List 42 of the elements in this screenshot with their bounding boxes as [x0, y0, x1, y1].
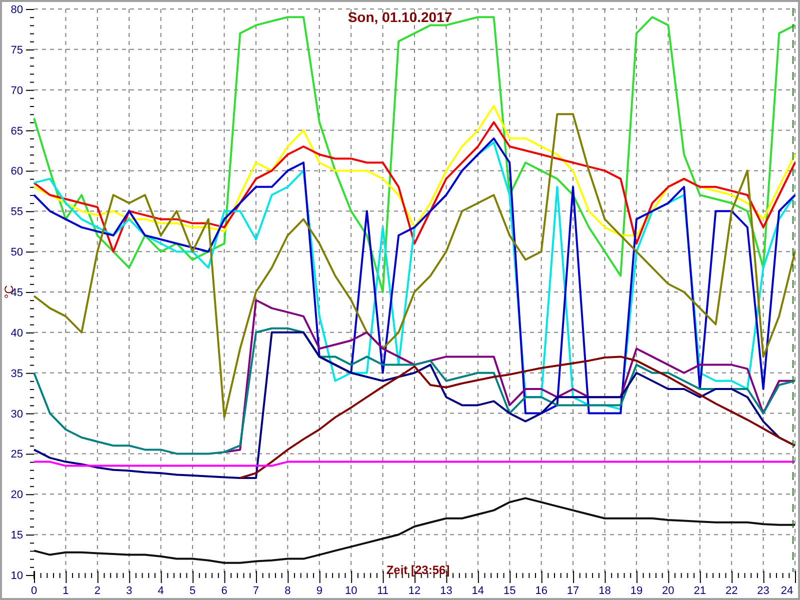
- chart-title: Son, 01.10.2017: [348, 9, 452, 25]
- x-tick-label: 8: [284, 585, 291, 597]
- x-tick-label: 14: [472, 585, 484, 597]
- y-tick-label: 80: [10, 4, 23, 16]
- y-tick-label: 65: [10, 125, 23, 138]
- x-tick-label: 18: [598, 585, 611, 597]
- y-tick-label: 10: [10, 570, 23, 582]
- y-tick-label: 30: [10, 408, 23, 420]
- x-tick-label: 0: [30, 585, 38, 597]
- y-tick-label: 40: [10, 327, 23, 340]
- x-tick-label: 7: [252, 585, 260, 597]
- x-tick-label: 12: [408, 585, 421, 597]
- x-tick-label: 15: [504, 585, 516, 597]
- y-tick-label: 75: [10, 44, 23, 56]
- x-tick-label: 1: [62, 585, 69, 597]
- x-tick-label: 10: [344, 585, 358, 597]
- y-tick-label: 15: [10, 530, 23, 542]
- x-tick-label: 4: [158, 585, 164, 597]
- x-tick-label: 17: [566, 585, 580, 597]
- x-tick-label: 2: [94, 585, 100, 597]
- x-tick-label: 9: [316, 585, 322, 597]
- x-tick-label: 22: [725, 585, 738, 597]
- x-tick-label: 11: [377, 585, 388, 597]
- y-tick-label: 55: [10, 206, 23, 218]
- y-tick-label: 50: [10, 246, 23, 259]
- x-tick-label: 24: [780, 585, 794, 597]
- x-tick-label: 16: [535, 585, 548, 597]
- x-tick-label: 3: [126, 585, 132, 597]
- x-tick-label: 6: [221, 585, 228, 597]
- x-tick-label: 13: [440, 585, 452, 597]
- x-tick-label: 19: [630, 585, 643, 597]
- x-tick-label: 21: [694, 585, 706, 597]
- y-tick-label: 25: [10, 448, 23, 461]
- y-tick-label: 35: [10, 368, 23, 380]
- x-tick-label: 23: [757, 585, 770, 597]
- x-axis-label: Zeit [23:56]: [386, 563, 450, 577]
- x-tick-label: 5: [189, 585, 196, 597]
- x-tick-label: 20: [662, 585, 674, 597]
- y-tick-label: 20: [10, 489, 23, 502]
- y-tick-label: 45: [10, 287, 23, 299]
- y-tick-label: 60: [10, 166, 23, 178]
- y-tick-label: 70: [10, 84, 23, 97]
